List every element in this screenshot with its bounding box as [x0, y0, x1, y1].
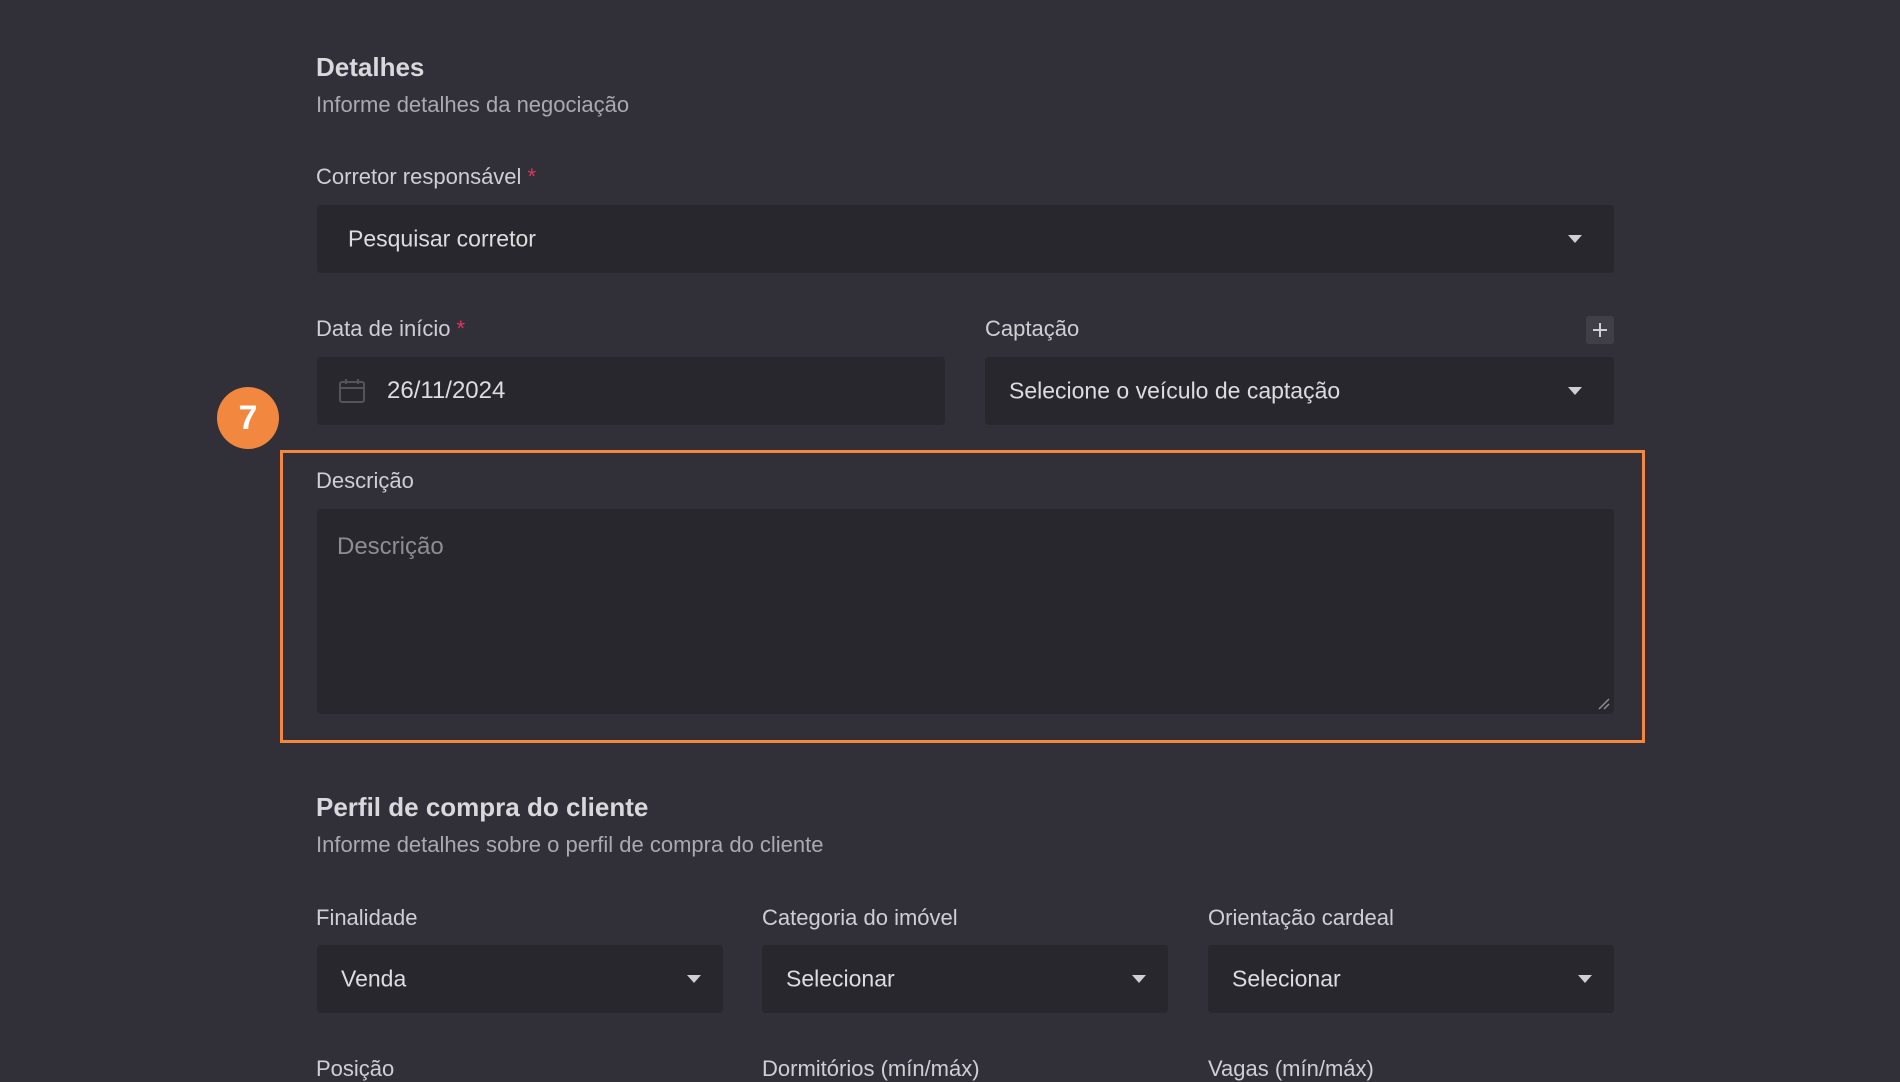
profile-section-subtitle: Informe detalhes sobre o perfil de compr… [316, 832, 824, 857]
capture-select[interactable]: Selecione o veículo de captação [985, 357, 1614, 425]
chevron-down-icon [1568, 387, 1582, 395]
details-section-subtitle: Informe detalhes da negociação [316, 92, 630, 117]
description-label: Descrição [316, 468, 414, 493]
calendar-icon [338, 377, 366, 405]
purpose-select[interactable]: Venda [317, 945, 723, 1013]
purpose-label: Finalidade [316, 905, 418, 930]
category-select[interactable]: Selecionar [762, 945, 1168, 1013]
broker-label: Corretor responsável * [316, 164, 536, 190]
resize-handle-icon[interactable] [1596, 696, 1610, 710]
chevron-down-icon [1568, 235, 1582, 243]
step-number-badge: 7 [217, 387, 279, 449]
position-label: Posição [316, 1056, 395, 1081]
description-textarea[interactable] [317, 509, 1614, 714]
category-label: Categoria do imóvel [762, 905, 958, 930]
orientation-select-value: Selecionar [1232, 965, 1341, 992]
details-section-title: Detalhes [316, 52, 425, 82]
category-select-value: Selecionar [786, 965, 895, 992]
capture-label: Captação [985, 316, 1080, 341]
chevron-down-icon [687, 975, 701, 983]
chevron-down-icon [1132, 975, 1146, 983]
orientation-label: Orientação cardeal [1208, 905, 1394, 930]
broker-label-text: Corretor responsável [316, 164, 522, 189]
start-date-picker[interactable]: 26/11/2024 [317, 357, 945, 425]
broker-select[interactable]: Pesquisar corretor [317, 205, 1614, 273]
start-date-label-text: Data de início [316, 316, 451, 341]
chevron-down-icon [1578, 975, 1592, 983]
start-date-value: 26/11/2024 [387, 377, 506, 404]
add-capture-button[interactable] [1586, 316, 1614, 344]
bedrooms-label: Dormitórios (mín/máx) [762, 1056, 980, 1081]
profile-section-title: Perfil de compra do cliente [316, 792, 649, 822]
required-mark: * [456, 316, 466, 341]
capture-select-value: Selecione o veículo de captação [1009, 377, 1341, 404]
parking-label: Vagas (mín/máx) [1208, 1056, 1374, 1081]
plus-icon [1593, 323, 1607, 337]
purpose-select-value: Venda [341, 965, 407, 992]
orientation-select[interactable]: Selecionar [1208, 945, 1614, 1013]
required-mark: * [527, 164, 536, 189]
start-date-label: Data de início * [316, 316, 465, 342]
broker-select-value: Pesquisar corretor [348, 225, 536, 252]
